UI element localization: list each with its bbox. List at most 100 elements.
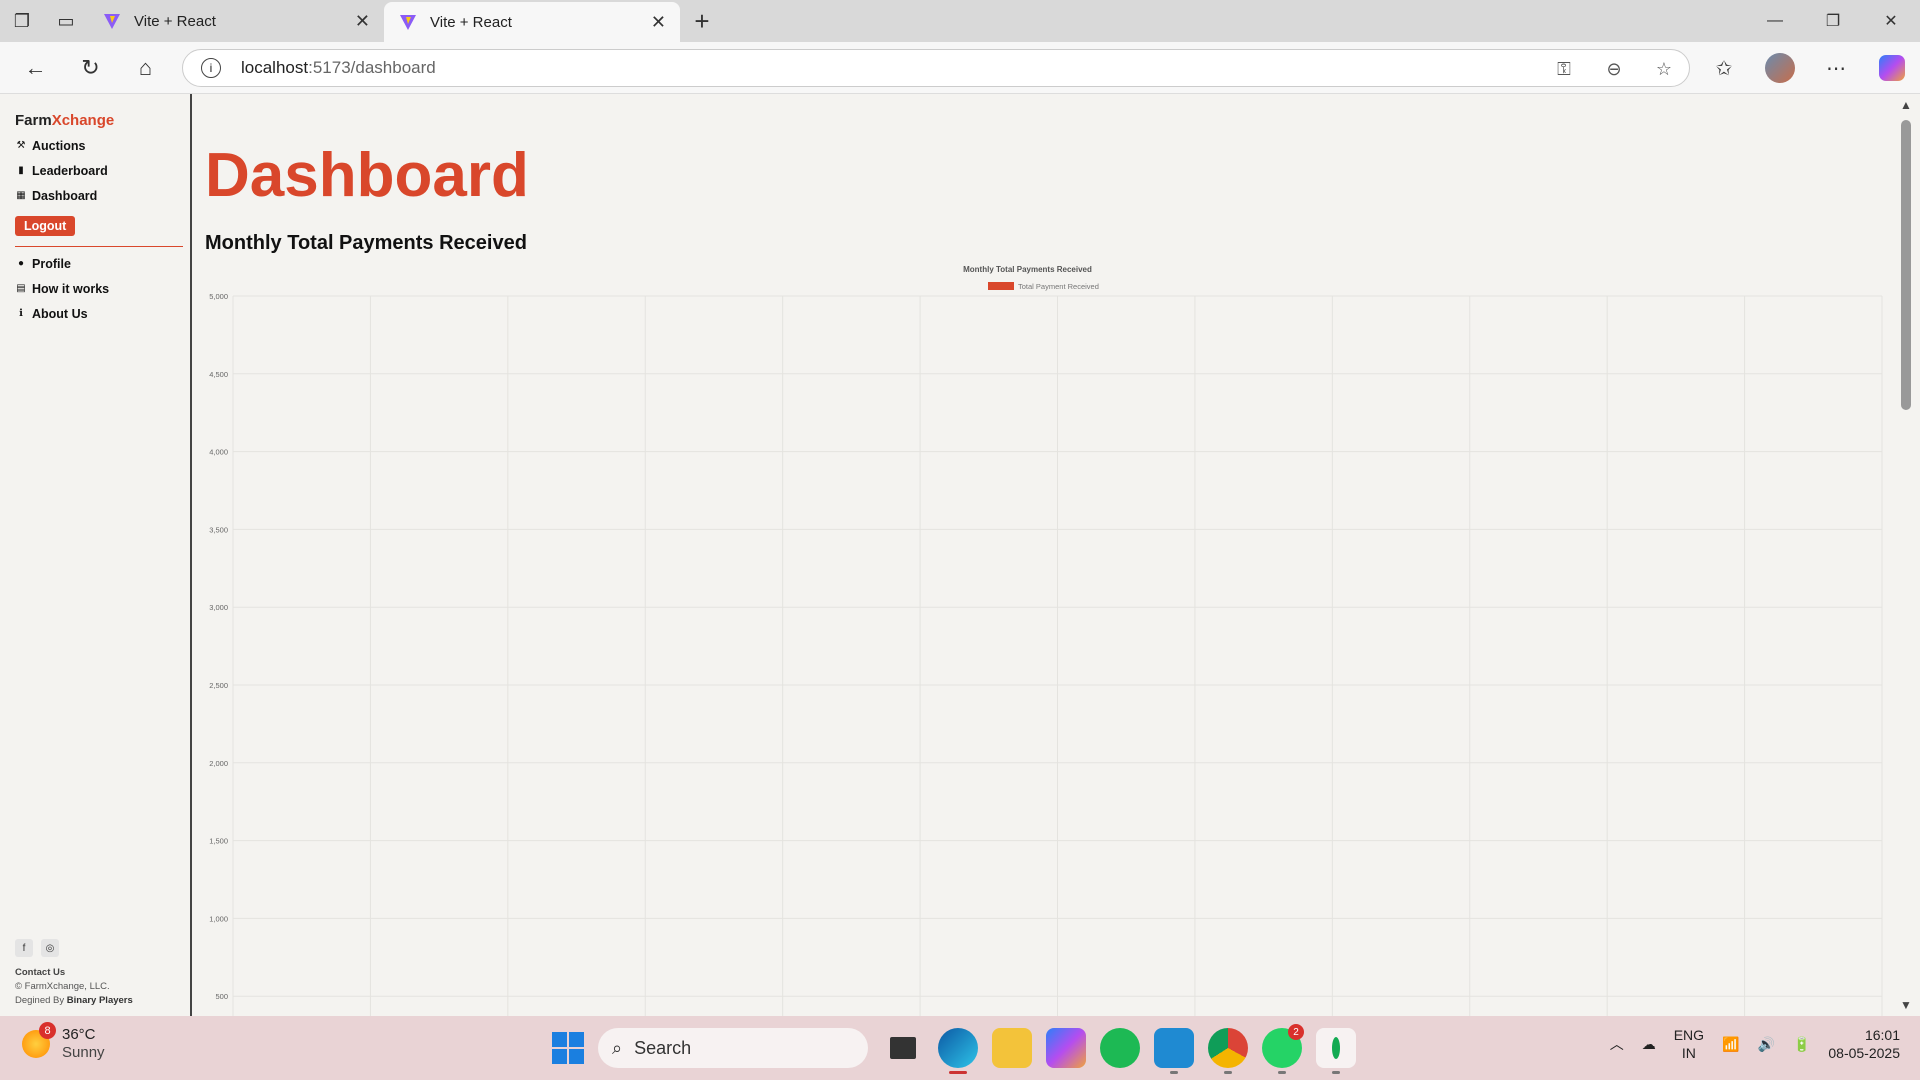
home-icon[interactable]: ⌂ — [118, 42, 173, 94]
logout-button[interactable]: Logout — [15, 216, 76, 236]
vscode-icon[interactable] — [1154, 1028, 1194, 1074]
sidebar-item-about-us[interactable]: ℹ About Us — [15, 305, 179, 322]
language-indicator[interactable]: ENG IN — [1674, 1026, 1704, 1062]
instagram-icon[interactable]: ◎ — [41, 939, 59, 957]
spotify-icon[interactable] — [1100, 1028, 1140, 1068]
legend-swatch — [988, 282, 1014, 290]
bar-chart-icon: ▮ — [18, 165, 24, 176]
y-tick-label: 4,000 — [209, 448, 228, 457]
browser-tab-2[interactable]: Vite + React ✕ — [384, 2, 680, 42]
edge-icon[interactable] — [938, 1028, 978, 1074]
refresh-icon[interactable]: ↻ — [63, 42, 118, 94]
sidebar-item-dashboard[interactable]: ▦ Dashboard — [15, 187, 179, 204]
y-tick-label: 4,500 — [209, 370, 228, 379]
weather-temp: 36°C — [62, 1026, 96, 1043]
taskbar: 8 36°C Sunny ⌕ Search 2 ︿ ☁ ENG IN 📶 🔊 🔋 1… — [0, 1016, 1920, 1080]
file-explorer-icon[interactable] — [992, 1028, 1032, 1068]
browser-tab-bar: ❐ ▭ Vite + React ✕ Vite + React ✕ + — ❐ … — [0, 0, 1920, 42]
browser-tab-1[interactable]: Vite + React ✕ — [88, 0, 384, 42]
info-icon: ℹ — [19, 308, 23, 319]
y-tick-label: 3,000 — [209, 603, 228, 612]
clock[interactable]: 16:01 08-05-2025 — [1828, 1026, 1900, 1062]
volume-icon[interactable]: 🔊 — [1758, 1036, 1775, 1053]
y-tick-label: 2,000 — [209, 759, 228, 768]
search-icon: ⌕ — [612, 1037, 623, 1058]
section-title: Monthly Total Payments Received — [205, 232, 527, 254]
close-icon[interactable]: ✕ — [355, 11, 370, 32]
address-toolbar: ← ↻ ⌂ i localhost:5173/dashboard ⚿ ⊖ ☆ ✩… — [0, 42, 1920, 94]
mongodb-icon[interactable] — [1316, 1028, 1356, 1074]
more-icon[interactable]: ⋯ — [1808, 56, 1864, 81]
new-tab-button[interactable]: + — [680, 0, 724, 42]
sidebar-footer: f ◎ Contact Us © FarmXchange, LLC. Degin… — [15, 939, 133, 1006]
grid-icon: ▦ — [16, 190, 26, 201]
zoom-out-icon[interactable]: ⊖ — [1589, 59, 1639, 80]
designed-by-text: Degined By Binary Players — [15, 995, 133, 1006]
weather-badge: 8 — [39, 1022, 56, 1039]
workspaces-icon[interactable]: ❐ — [0, 0, 44, 42]
back-icon[interactable]: ← — [8, 42, 63, 94]
favorites-icon[interactable]: ✩ — [1696, 56, 1752, 81]
url-bar[interactable]: i localhost:5173/dashboard ⚿ ⊖ ☆ — [182, 49, 1690, 87]
y-tick-label: 500 — [215, 992, 228, 1001]
scrollbar-thumb[interactable] — [1901, 120, 1911, 410]
whatsapp-badge: 2 — [1288, 1024, 1304, 1040]
onedrive-icon[interactable]: ☁ — [1642, 1036, 1656, 1053]
taskbar-search[interactable]: ⌕ Search — [598, 1028, 868, 1068]
battery-icon[interactable]: 🔋 — [1793, 1036, 1810, 1053]
weather-condition: Sunny — [62, 1044, 105, 1061]
chart-title: Monthly Total Payments Received — [963, 265, 1092, 274]
sidebar-item-auctions[interactable]: ⚒ Auctions — [15, 137, 179, 154]
y-tick-label: 5,000 — [209, 292, 228, 301]
star-icon[interactable]: ☆ — [1639, 59, 1689, 80]
profile-avatar[interactable] — [1752, 53, 1808, 83]
legend-label: Total Payment Received — [1018, 282, 1099, 291]
payments-chart: Monthly Total Payments Received Total Pay… — [209, 265, 1883, 1016]
vite-icon — [104, 14, 120, 29]
copyright-text: © FarmXchange, LLC. — [15, 981, 110, 992]
chrome-icon[interactable] — [1208, 1028, 1248, 1074]
brand-logo[interactable]: FarmXchange — [15, 112, 179, 129]
sun-icon: 8 — [22, 1022, 56, 1058]
task-view-icon[interactable] — [890, 1037, 916, 1059]
windows-start-icon[interactable] — [552, 1032, 584, 1064]
facebook-icon[interactable]: f — [15, 939, 33, 957]
contact-us-link[interactable]: Contact Us — [15, 967, 133, 978]
page: FarmXchange ⚒ Auctions ▮ Leaderboard ▦ Dash… — [0, 94, 1920, 1016]
user-circle-icon: ● — [17, 258, 25, 269]
key-icon[interactable]: ⚿ — [1539, 59, 1589, 80]
scroll-down-icon[interactable]: ▼ — [1900, 998, 1912, 1012]
store-icon: ▤ — [16, 283, 26, 294]
page-title: Dashboard — [205, 141, 529, 210]
gavel-icon: ⚒ — [16, 140, 26, 151]
y-tick-label: 1,500 — [209, 837, 228, 846]
restore-icon[interactable]: ❐ — [1804, 0, 1862, 42]
copilot-app-icon[interactable] — [1046, 1028, 1086, 1068]
sidebar: FarmXchange ⚒ Auctions ▮ Leaderboard ▦ Dash… — [4, 94, 192, 1016]
wifi-icon[interactable]: 📶 — [1722, 1036, 1739, 1053]
vite-icon — [400, 15, 416, 30]
sidebar-item-leaderboard[interactable]: ▮ Leaderboard — [15, 162, 179, 179]
sidebar-item-how-it-works[interactable]: ▤ How it works — [15, 280, 179, 297]
sidebar-divider — [15, 246, 183, 247]
weather-widget[interactable]: 8 36°C Sunny — [22, 1022, 105, 1062]
copilot-icon[interactable] — [1864, 55, 1920, 81]
chevron-up-icon[interactable]: ︿ — [1610, 1034, 1624, 1054]
whatsapp-icon[interactable]: 2 — [1262, 1024, 1304, 1074]
minimize-icon[interactable]: — — [1746, 0, 1804, 42]
tab-actions-icon[interactable]: ▭ — [44, 0, 88, 42]
y-tick-label: 1,000 — [209, 914, 228, 923]
close-icon[interactable]: ✕ — [651, 12, 666, 33]
tab-title: Vite + React — [134, 12, 216, 30]
url-path: :5173/dashboard — [308, 58, 436, 77]
main-content: Dashboard Monthly Total Payments Receive… — [204, 94, 1894, 1016]
window-controls: — ❐ ✕ — [1746, 0, 1920, 42]
page-scrollbar[interactable]: ▲ ▼ — [1894, 94, 1920, 1016]
url-host: localhost — [241, 58, 309, 77]
y-tick-label: 3,500 — [209, 525, 228, 534]
sidebar-item-profile[interactable]: ● Profile — [15, 255, 179, 272]
system-tray: ︿ ☁ ENG IN 📶 🔊 🔋 16:01 08-05-2025 — [1610, 1026, 1900, 1062]
scroll-up-icon[interactable]: ▲ — [1900, 98, 1912, 112]
info-icon[interactable]: i — [201, 58, 221, 78]
close-window-icon[interactable]: ✕ — [1862, 0, 1920, 42]
